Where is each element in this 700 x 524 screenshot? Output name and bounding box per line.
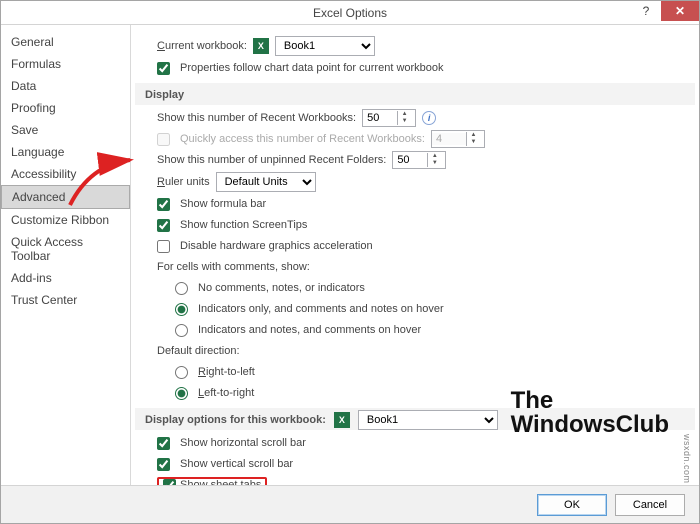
dir-ltr-label: Left-to-right: [198, 387, 254, 399]
ruler-units-label: Ruler units: [157, 176, 210, 188]
recent-workbooks-label: Show this number of Recent Workbooks:: [157, 112, 356, 124]
nav-language[interactable]: Language: [1, 141, 130, 163]
sheet-tabs-checkbox[interactable]: [163, 479, 176, 486]
close-button[interactable]: ✕: [661, 1, 699, 21]
sheet-tabs-highlight: Show sheet tabs: [157, 477, 267, 486]
window-title: Excel Options: [1, 6, 699, 20]
dir-rtl-radio[interactable]: [175, 366, 188, 379]
titlebar: Excel Options ? ✕: [1, 1, 699, 25]
comments-opt3-label: Indicators and notes, and comments on ho…: [198, 324, 421, 336]
nav-trust-center[interactable]: Trust Center: [1, 289, 130, 311]
workbook-display-heading: Display options for this workbook: X Boo…: [135, 408, 695, 430]
ok-button[interactable]: OK: [537, 494, 607, 516]
comments-heading: For cells with comments, show:: [157, 261, 310, 273]
h-scroll-label: Show horizontal scroll bar: [180, 437, 306, 449]
properties-follow-label: Properties follow chart data point for c…: [180, 62, 444, 74]
cancel-button[interactable]: Cancel: [615, 494, 685, 516]
properties-follow-checkbox[interactable]: [157, 62, 170, 75]
help-button[interactable]: ?: [631, 1, 661, 21]
excel-icon: X: [334, 412, 350, 428]
show-screentips-label: Show function ScreenTips: [180, 219, 307, 231]
dir-rtl-label: Right-to-left: [198, 366, 255, 378]
comments-opt1-radio[interactable]: [175, 282, 188, 295]
nav-save[interactable]: Save: [1, 119, 130, 141]
dir-ltr-radio[interactable]: [175, 387, 188, 400]
sheet-tabs-label: Show sheet tabs: [180, 479, 261, 485]
options-content: Current workbook: X Book1 Properties fol…: [131, 25, 699, 485]
display-heading: Display: [135, 83, 695, 105]
h-scroll-checkbox[interactable]: [157, 437, 170, 450]
nav-formulas[interactable]: Formulas: [1, 53, 130, 75]
nav-qat[interactable]: Quick Access Toolbar: [1, 231, 130, 267]
watermark-domain: wsxdn.com: [682, 434, 692, 484]
ruler-units-select[interactable]: Default Units: [216, 172, 316, 192]
excel-icon: X: [253, 38, 269, 54]
nav-addins[interactable]: Add-ins: [1, 267, 130, 289]
comments-opt3-radio[interactable]: [175, 324, 188, 337]
nav-advanced[interactable]: Advanced: [1, 185, 130, 209]
quick-access-checkbox[interactable]: [157, 133, 170, 146]
quick-access-label: Quickly access this number of Recent Wor…: [180, 133, 425, 145]
workbook-select[interactable]: Book1: [358, 410, 498, 430]
current-workbook-label: Current workbook:: [157, 40, 247, 52]
direction-heading: Default direction:: [157, 345, 240, 357]
nav-general[interactable]: General: [1, 31, 130, 53]
quick-access-spinner: ▲▼: [431, 130, 485, 148]
recent-workbooks-spinner[interactable]: ▲▼: [362, 109, 416, 127]
unpinned-folders-spinner[interactable]: ▲▼: [392, 151, 446, 169]
show-formula-bar-label: Show formula bar: [180, 198, 266, 210]
show-formula-bar-checkbox[interactable]: [157, 198, 170, 211]
current-workbook-select[interactable]: Book1: [275, 36, 375, 56]
disable-hw-label: Disable hardware graphics acceleration: [180, 240, 373, 252]
options-dialog: Excel Options ? ✕ General Formulas Data …: [0, 0, 700, 524]
disable-hw-checkbox[interactable]: [157, 240, 170, 253]
nav-accessibility[interactable]: Accessibility: [1, 163, 130, 185]
comments-opt1-label: No comments, notes, or indicators: [198, 282, 365, 294]
dialog-footer: OK Cancel: [1, 485, 699, 523]
nav-proofing[interactable]: Proofing: [1, 97, 130, 119]
nav-customize-ribbon[interactable]: Customize Ribbon: [1, 209, 130, 231]
unpinned-folders-label: Show this number of unpinned Recent Fold…: [157, 154, 386, 166]
show-screentips-checkbox[interactable]: [157, 219, 170, 232]
v-scroll-checkbox[interactable]: [157, 458, 170, 471]
info-icon[interactable]: i: [422, 111, 436, 125]
comments-opt2-label: Indicators only, and comments and notes …: [198, 303, 444, 315]
nav-data[interactable]: Data: [1, 75, 130, 97]
category-sidebar: General Formulas Data Proofing Save Lang…: [1, 25, 131, 485]
v-scroll-label: Show vertical scroll bar: [180, 458, 293, 470]
comments-opt2-radio[interactable]: [175, 303, 188, 316]
